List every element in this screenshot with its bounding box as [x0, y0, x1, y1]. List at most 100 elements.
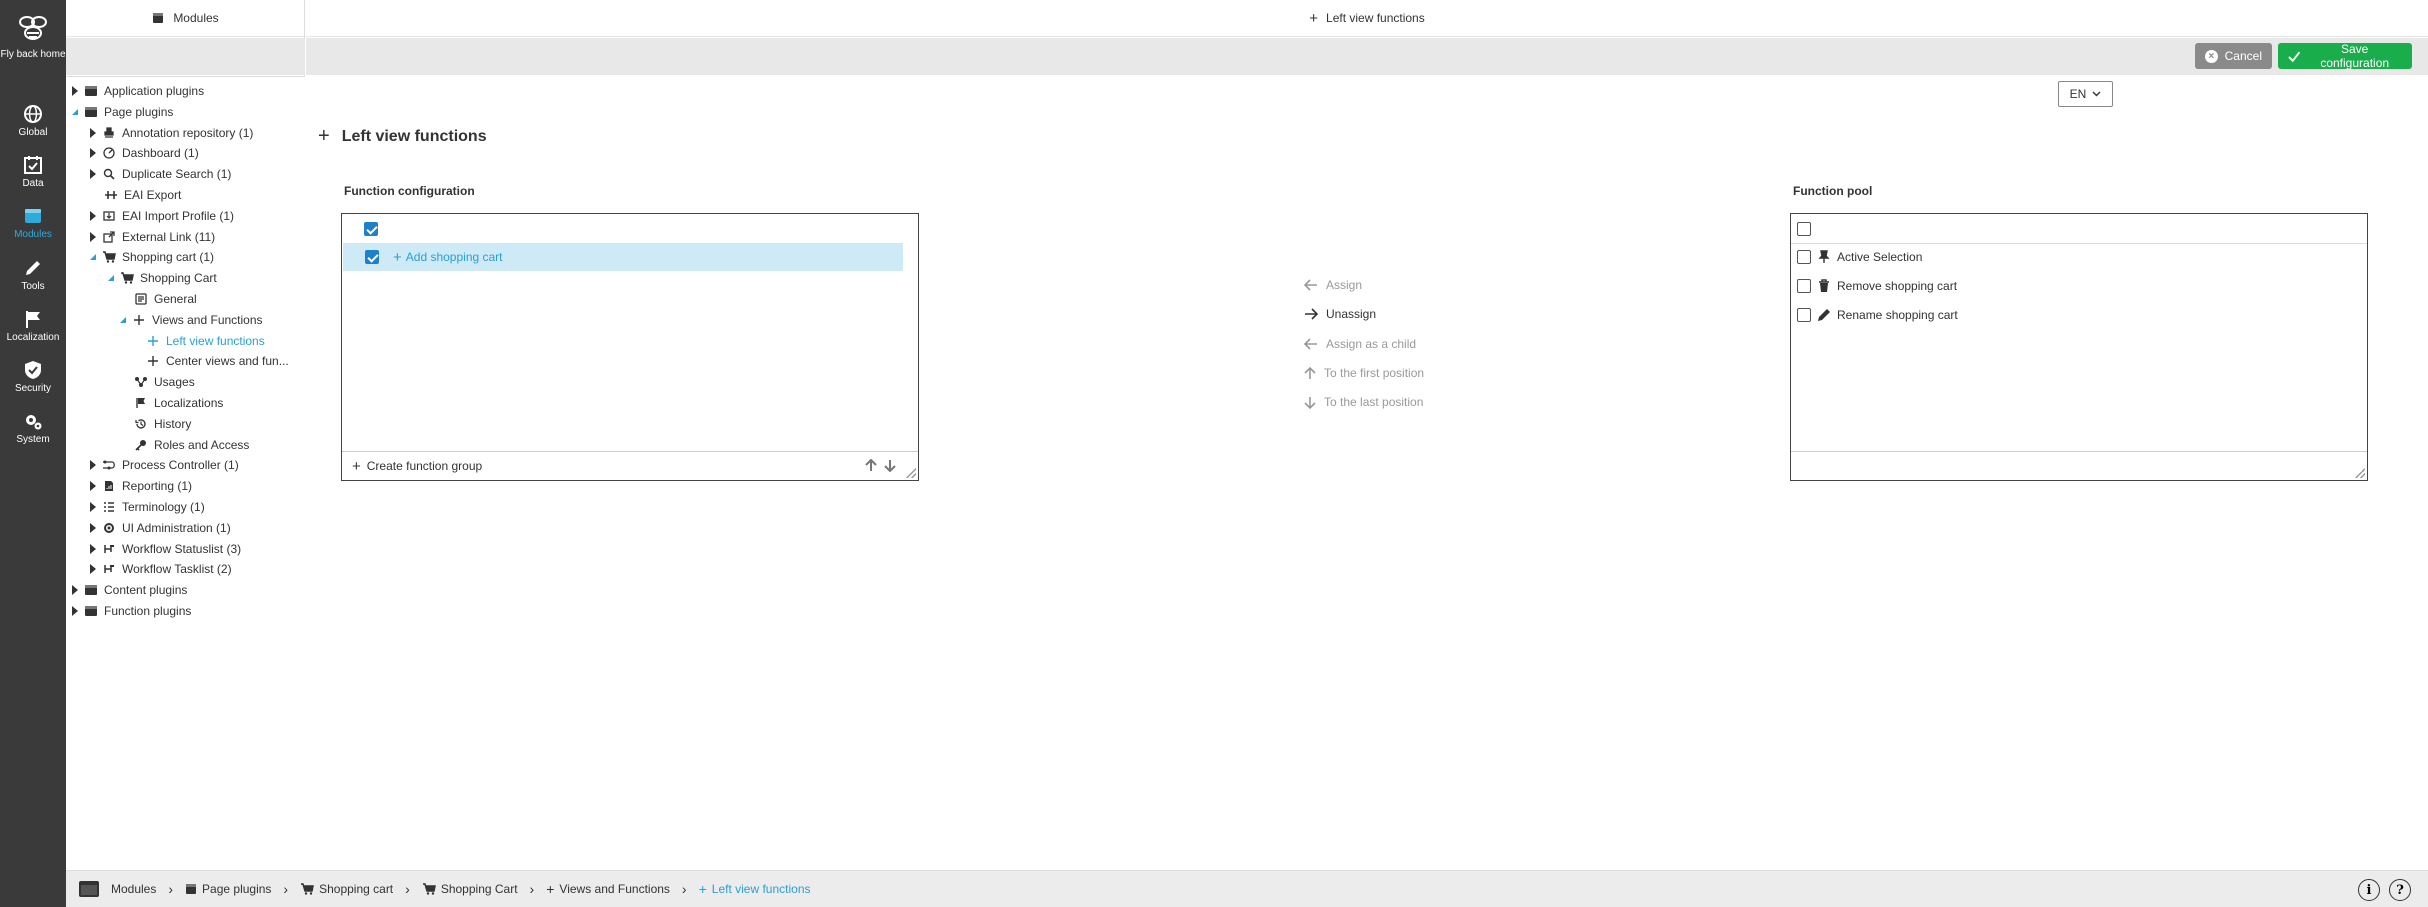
breadcrumb-item-page-plugins[interactable]: Page plugins: [185, 882, 271, 896]
unassign-action[interactable]: Unassign: [1304, 304, 1376, 324]
to-last-position-action[interactable]: To the last position: [1304, 392, 1423, 412]
rail-item-localization[interactable]: Localization: [0, 309, 66, 344]
tree-item[interactable]: History: [120, 414, 191, 434]
tree-item-label: Workflow Tasklist (2): [122, 562, 232, 577]
resize-handle[interactable]: [906, 468, 916, 478]
tree-item[interactable]: Left view functions: [132, 331, 265, 351]
breadcrumb-item-left-view-functions[interactable]: + Left view functions: [699, 881, 811, 897]
collapsed-arrow-icon[interactable]: [90, 169, 96, 180]
rail-item-system[interactable]: System: [0, 411, 66, 446]
plus-icon: [146, 334, 160, 348]
create-function-group-button[interactable]: + Create function group: [352, 458, 482, 475]
tree-item[interactable]: UI Administration (1): [90, 518, 231, 538]
collapsed-arrow-icon[interactable]: [90, 522, 96, 533]
assign-as-child-action[interactable]: Assign as a child: [1304, 334, 1416, 354]
expanded-arrow-icon[interactable]: [72, 108, 78, 115]
tree-item[interactable]: Terminology (1): [90, 497, 205, 517]
collapsed-arrow-icon[interactable]: [90, 481, 96, 492]
breadcrumb-label: Shopping Cart: [440, 882, 518, 896]
breadcrumb-item-views-and-functions[interactable]: + Views and Functions: [546, 881, 670, 897]
tree-item[interactable]: Shopping cart (1): [90, 247, 214, 267]
tree-item[interactable]: Process Controller (1): [90, 455, 239, 475]
module-tree-panel: Modules Application plugins Page plugins A…: [66, 0, 305, 870]
collapsed-arrow-icon[interactable]: [90, 127, 96, 138]
plus-icon: +: [698, 881, 707, 897]
collapsed-arrow-icon[interactable]: [72, 585, 78, 596]
tree-item[interactable]: EAI Export: [90, 185, 181, 205]
pool-item[interactable]: Rename shopping cart: [1797, 301, 2357, 329]
expanded-arrow-icon[interactable]: [108, 275, 114, 282]
help-button[interactable]: ?: [2389, 879, 2411, 901]
pool-item-checkbox[interactable]: [1797, 250, 1811, 264]
unassign-action-label: Unassign: [1326, 307, 1377, 321]
tree-item[interactable]: Center views and fun...: [132, 351, 289, 371]
tree-item[interactable]: Workflow Tasklist (2): [90, 559, 232, 579]
assign-action[interactable]: Assign: [1304, 275, 1362, 295]
tree-item-label: EAI Import Profile (1): [122, 208, 235, 223]
tree-item[interactable]: Page plugins: [72, 102, 173, 122]
pool-select-all-checkbox[interactable]: [1797, 222, 1811, 236]
expanded-arrow-icon[interactable]: [120, 316, 126, 323]
function-pool-title: Function pool: [1793, 184, 1873, 198]
breadcrumb-item-shopping-cart-plugin[interactable]: Shopping cart: [300, 882, 393, 896]
tree-item[interactable]: Content plugins: [72, 580, 187, 600]
pool-item[interactable]: Active Selection: [1797, 243, 2357, 271]
tree-item[interactable]: Dashboard (1): [90, 143, 199, 163]
collapsed-arrow-icon[interactable]: [90, 210, 96, 221]
tree-item[interactable]: Shopping Cart: [108, 268, 217, 288]
tree-item[interactable]: Views and Functions: [120, 310, 263, 330]
function-config-item[interactable]: + Add shopping cart: [343, 243, 903, 271]
tree-item[interactable]: Workflow Statuslist (3): [90, 539, 241, 559]
tree-item[interactable]: Application plugins: [72, 81, 204, 101]
to-first-position-action[interactable]: To the first position: [1304, 363, 1424, 383]
move-up-button[interactable]: [865, 458, 877, 475]
rail-item-tools[interactable]: Tools: [0, 258, 66, 293]
language-select[interactable]: EN: [2058, 81, 2113, 107]
save-configuration-button[interactable]: Save configuration: [2278, 42, 2412, 70]
pool-select-all-row: [1797, 215, 1811, 243]
breadcrumb-item-shopping-cart[interactable]: Shopping Cart: [422, 882, 518, 896]
pool-item-checkbox[interactable]: [1797, 308, 1811, 322]
expanded-arrow-icon[interactable]: [90, 254, 96, 261]
tree-item[interactable]: Usages: [120, 372, 195, 392]
resize-handle[interactable]: [2355, 468, 2365, 478]
collapsed-arrow-icon[interactable]: [90, 148, 96, 159]
rail-item-data[interactable]: Data: [0, 155, 66, 190]
collapsed-arrow-icon[interactable]: [90, 502, 96, 512]
tree-item[interactable]: Annotation repository (1): [90, 123, 253, 143]
collapsed-arrow-icon[interactable]: [90, 460, 96, 471]
tree-item[interactable]: Localizations: [120, 393, 223, 413]
collapsed-arrow-icon[interactable]: [72, 86, 78, 96]
select-all-checkbox[interactable]: [364, 222, 378, 236]
pool-item[interactable]: Remove shopping cart: [1797, 272, 2357, 300]
tree-item[interactable]: Duplicate Search (1): [90, 164, 231, 184]
rail-item-global[interactable]: Global: [0, 104, 66, 139]
breadcrumb-item-modules[interactable]: Modules: [78, 879, 156, 899]
save-button-label: Save configuration: [2320, 42, 2390, 70]
tree-item[interactable]: Function plugins: [72, 601, 191, 621]
collapsed-arrow-icon[interactable]: [90, 231, 96, 242]
cancel-button-label: Cancel: [2224, 49, 2262, 63]
collapsed-arrow-icon[interactable]: [90, 543, 96, 554]
tree-item-label: Left view functions: [166, 333, 265, 348]
move-down-button[interactable]: [884, 459, 896, 475]
tree-item[interactable]: General: [120, 289, 197, 309]
plugin-icon: [84, 604, 98, 618]
rail-item-modules[interactable]: Modules: [0, 206, 66, 241]
shield-icon: [25, 361, 41, 379]
rail-item-security[interactable]: Security: [0, 360, 66, 395]
collapsed-arrow-icon[interactable]: [72, 606, 78, 616]
function-config-item-checkbox[interactable]: [365, 250, 379, 264]
usages-icon: [134, 375, 148, 389]
info-button[interactable]: i: [2358, 879, 2380, 901]
pool-item-checkbox[interactable]: [1797, 279, 1811, 293]
tree-item[interactable]: EAI Import Profile (1): [90, 206, 234, 226]
stamp-icon: [102, 126, 116, 140]
tree-item[interactable]: External Link (11): [90, 227, 215, 247]
cancel-button[interactable]: × Cancel: [2195, 43, 2272, 69]
tree-item[interactable]: Roles and Access: [120, 435, 249, 455]
rail-item-label: Security: [14, 383, 52, 394]
rail-item-home[interactable]: Fly back home: [0, 12, 66, 61]
tree-item[interactable]: Reporting (1): [90, 476, 192, 496]
collapsed-arrow-icon[interactable]: [90, 564, 96, 575]
